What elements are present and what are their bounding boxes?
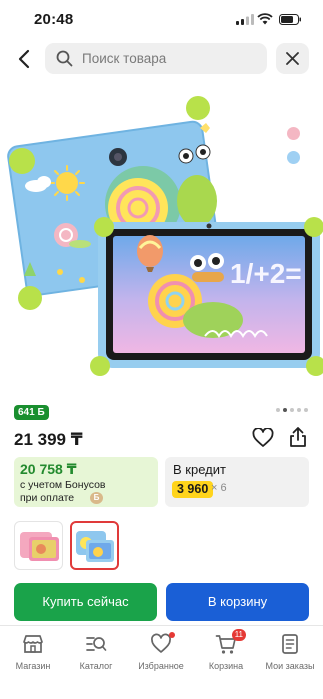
tab-store-label: Магазин [15, 661, 51, 671]
thumbnail-image [76, 531, 114, 562]
cellular-signal-icon [236, 14, 254, 25]
search-input[interactable]: Поиск товара [45, 43, 267, 74]
cart-count-badge: 11 [231, 629, 246, 641]
bonus-price-caption-line1: с учетом Бонусов [20, 479, 106, 491]
tab-my-orders-label: Мои заказы [265, 661, 315, 671]
tab-cart[interactable]: 11 Корзина [195, 629, 257, 671]
svg-text:1/+2=: 1/+2= [230, 258, 302, 289]
thumbnail-1[interactable] [14, 521, 63, 570]
close-button[interactable] [276, 43, 309, 74]
color-option-pink[interactable] [287, 127, 300, 140]
share-icon[interactable] [288, 426, 308, 448]
tab-favorites[interactable]: Избранное [130, 632, 192, 671]
bonus-price-card[interactable]: 20 758 ₸ с учетом Бонусов при оплате Б [14, 457, 158, 507]
close-icon [286, 52, 299, 65]
bonus-price-amount: 20 758 ₸ [20, 461, 77, 477]
bonus-price-caption-line2: при оплате [20, 492, 75, 504]
cart-icon-wrap: 11 [215, 629, 246, 655]
battery-icon [279, 14, 301, 25]
credit-title: В кредит [173, 462, 226, 477]
tab-catalog[interactable]: Каталог [65, 633, 127, 671]
buy-now-button[interactable]: Купить сейчас [14, 583, 157, 621]
color-option-blue[interactable] [287, 151, 300, 164]
orders-icon [282, 634, 298, 654]
wifi-icon [257, 13, 273, 25]
catalog-icon [86, 637, 107, 651]
status-time: 20:48 [34, 11, 74, 28]
favorite-heart-icon[interactable] [252, 428, 274, 448]
tab-favorites-label: Избранное [138, 661, 184, 671]
tab-my-orders[interactable]: Мои заказы [259, 633, 321, 671]
product-image: 1/+2= [7, 96, 323, 376]
credit-monthly-amount: 3 960 [172, 481, 214, 498]
add-to-cart-button[interactable]: В корзину [166, 583, 309, 621]
tab-catalog-label: Каталог [79, 661, 113, 671]
thumbnail-2-selected[interactable] [70, 521, 119, 570]
search-placeholder: Поиск товара [82, 51, 167, 66]
product-price: 21 399 ₸ [14, 430, 83, 449]
tab-cart-label: Корзина [208, 661, 244, 671]
bottom-tab-bar: Магазин Каталог Избранное 11 Корзина Мои… [0, 625, 323, 699]
favorites-icon-wrap [150, 632, 175, 655]
bonus-coin-icon: Б [90, 492, 103, 504]
credit-months: × 6 [211, 482, 227, 494]
tab-store[interactable]: Магазин [2, 633, 64, 671]
product-image-gallery[interactable]: 1/+2= [0, 86, 323, 390]
thumbnail-image [20, 532, 59, 561]
back-arrow-icon[interactable] [14, 48, 36, 70]
store-icon [23, 635, 43, 653]
status-bar: 20:48 [0, 0, 323, 40]
credit-offer-card[interactable]: В кредит 3 960 × 6 [165, 457, 309, 507]
bonus-points-badge: 641 Б [14, 405, 49, 420]
favorites-notification-dot [169, 632, 175, 638]
search-icon [56, 50, 73, 67]
